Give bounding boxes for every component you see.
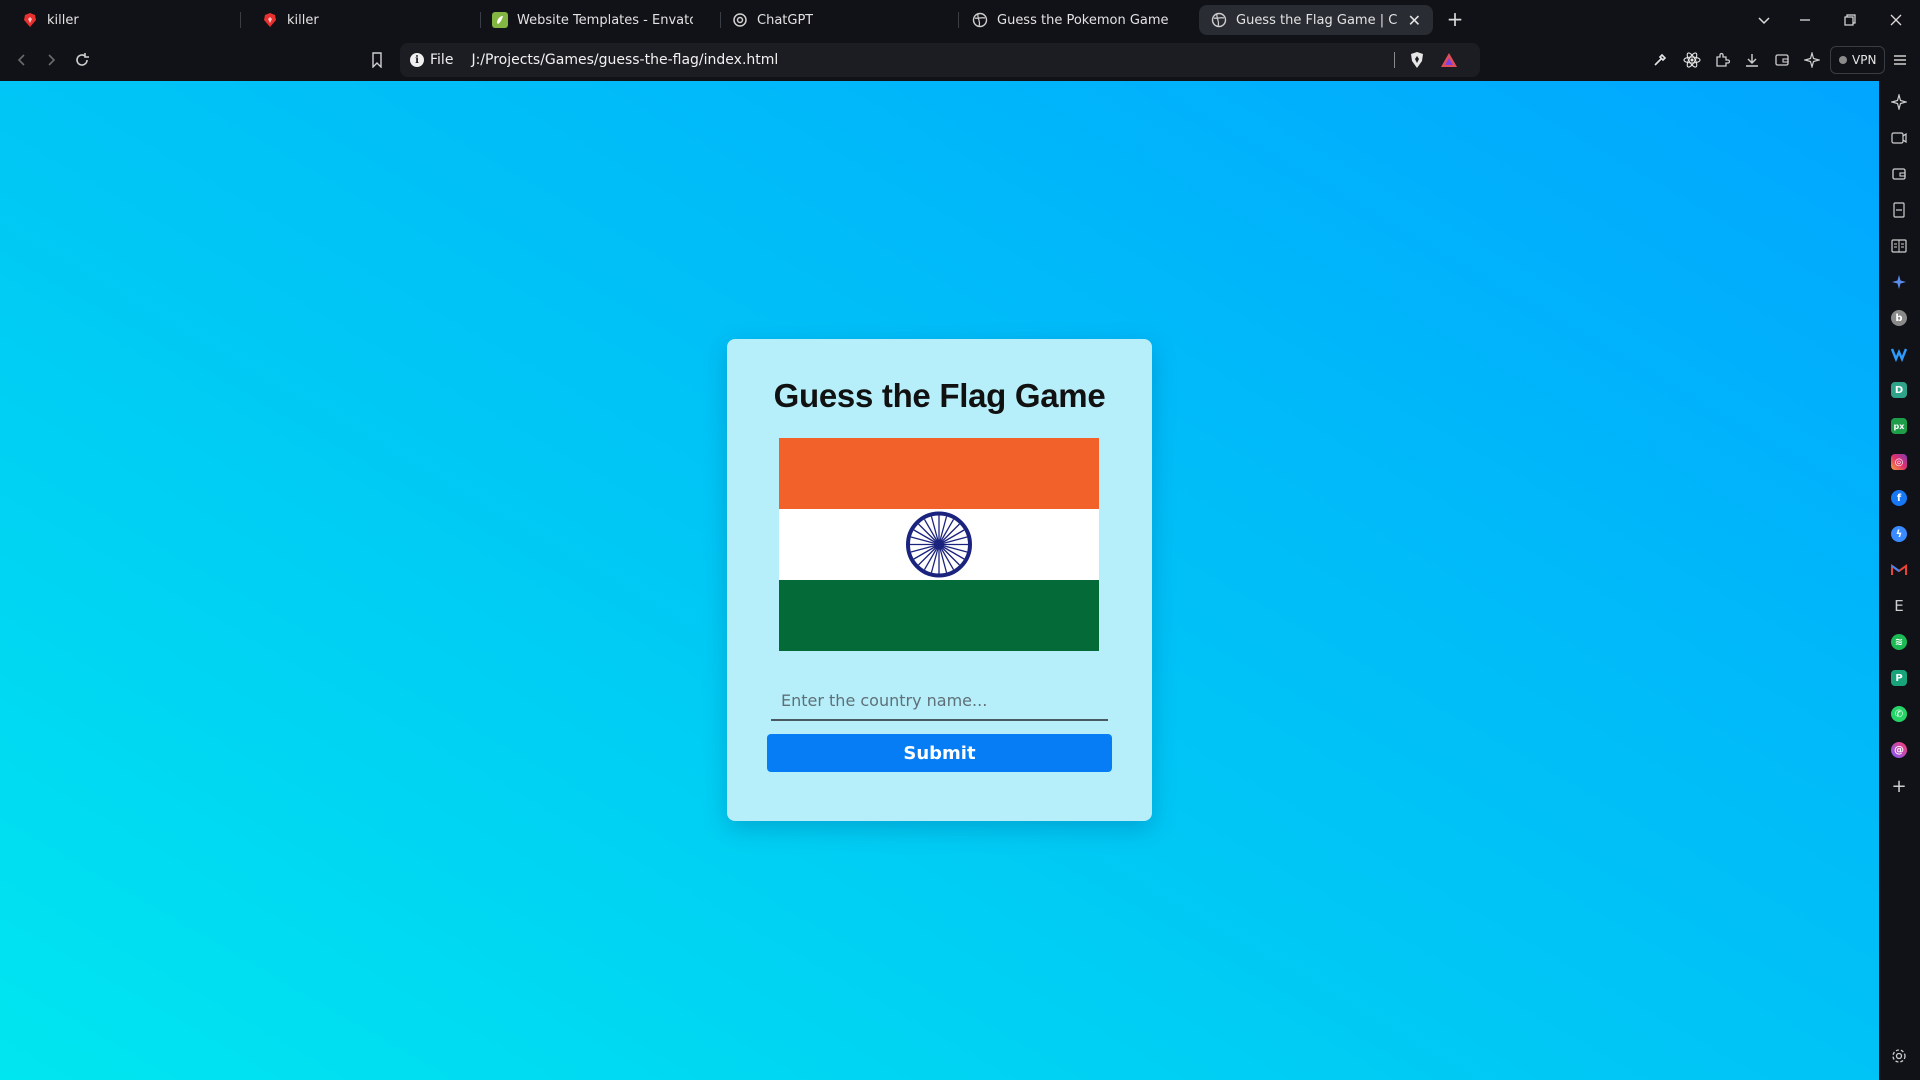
facebook-icon[interactable]: f [1889, 488, 1909, 508]
page-viewport: Guess the Flag Game Submit [0, 81, 1879, 1080]
restore-icon[interactable] [1838, 8, 1862, 32]
reload-icon[interactable] [70, 48, 94, 72]
minimize-icon[interactable] [1793, 8, 1817, 32]
messenger-icon[interactable]: ϟ [1889, 524, 1909, 544]
flag-image [779, 438, 1099, 651]
vpn-label: VPN [1852, 53, 1877, 67]
leo-ai-icon[interactable] [1800, 48, 1824, 72]
settings-icon[interactable] [1889, 1046, 1909, 1066]
game-card: Guess the Flag Game Submit [727, 339, 1152, 821]
wave-icon[interactable] [1889, 344, 1909, 364]
back-icon[interactable] [10, 48, 34, 72]
tab-title: Website Templates - Envato [517, 12, 693, 28]
submit-button[interactable]: Submit [767, 734, 1112, 772]
brave-lion-icon [262, 12, 278, 28]
p-app-icon[interactable]: P [1889, 668, 1909, 688]
tab-killer-1[interactable]: killer [10, 5, 235, 35]
forward-icon[interactable] [39, 48, 63, 72]
flag-stripe-saffron [779, 438, 1099, 509]
close-window-icon[interactable] [1884, 8, 1908, 32]
tab-list-chevron-icon[interactable] [1752, 8, 1776, 32]
media-icon[interactable] [1889, 128, 1909, 148]
wallet-icon[interactable] [1889, 164, 1909, 184]
brave-icon[interactable]: b [1889, 308, 1909, 328]
vpn-status-dot [1839, 56, 1847, 64]
envato-icon [492, 12, 508, 28]
tab-strip: killer killer Website Templates - Envato… [0, 0, 1920, 39]
browser-toolbar: i File J:/Projects/Games/guess-the-flag/… [0, 39, 1920, 81]
brave-lion-icon [22, 12, 38, 28]
whatsapp-icon[interactable]: ✆ [1889, 704, 1909, 724]
gmail-icon[interactable] [1889, 560, 1909, 580]
instagram-icon[interactable]: ◎ [1889, 452, 1909, 472]
leo-ai-icon[interactable] [1889, 92, 1909, 112]
tab-chatgpt[interactable]: ChatGPT [720, 5, 945, 35]
spotify-icon[interactable]: ≋ [1889, 632, 1909, 652]
brave-rewards-icon[interactable] [1437, 48, 1461, 72]
tab-title: killer [287, 12, 319, 28]
e-app-icon[interactable]: E [1889, 596, 1909, 616]
add-icon[interactable]: + [1889, 776, 1909, 797]
chatgpt-icon [732, 12, 748, 28]
info-icon: i [410, 53, 424, 67]
vpn-button[interactable]: VPN [1830, 46, 1886, 74]
d-app-icon[interactable]: D [1889, 380, 1909, 400]
site-info-button[interactable]: i File [410, 52, 453, 68]
close-tab-icon[interactable]: ✕ [1398, 11, 1421, 30]
url-text[interactable]: J:/Projects/Games/guess-the-flag/index.h… [471, 52, 778, 68]
eyedropper-icon[interactable] [1648, 48, 1672, 72]
tab-killer-2[interactable]: killer [250, 5, 475, 35]
globe-icon [1211, 12, 1227, 28]
tab-title: ChatGPT [757, 12, 814, 28]
menu-icon[interactable] [1888, 48, 1912, 72]
brave-shields-icon[interactable] [1405, 48, 1429, 72]
game-title: Guess the Flag Game [773, 377, 1106, 414]
tab-title: Guess the Flag Game | Coding [1236, 12, 1398, 28]
px-app-icon[interactable]: px [1889, 416, 1909, 436]
address-bar[interactable]: i File J:/Projects/Games/guess-the-flag/… [400, 43, 1480, 77]
bookmark-icon[interactable] [1889, 200, 1909, 220]
wallet-icon[interactable] [1770, 48, 1794, 72]
extensions-icon[interactable] [1710, 48, 1734, 72]
tab-title: killer [47, 12, 79, 28]
tab-envato[interactable]: Website Templates - Envato [480, 5, 705, 35]
new-tab-button[interactable]: + [1443, 8, 1467, 32]
tab-guess-pokemon[interactable]: Guess the Pokemon Game in Vanilla [960, 5, 1185, 35]
reading-list-icon[interactable] [1889, 236, 1909, 256]
globe-icon [972, 12, 988, 28]
flag-stripe-green [779, 580, 1099, 651]
tab-guess-flag-active[interactable]: Guess the Flag Game | Coding ✕ [1199, 5, 1433, 35]
url-separator [1394, 52, 1395, 68]
browser-sidebar: b D px ◎ f ϟ E ≋ P ✆ @ + [1879, 81, 1920, 1080]
tab-separator [958, 12, 959, 28]
tab-title: Guess the Pokemon Game in Vanilla [997, 12, 1173, 28]
react-devtools-icon[interactable] [1680, 48, 1704, 72]
downloads-icon[interactable] [1740, 48, 1764, 72]
threads-icon[interactable]: @ [1889, 740, 1909, 760]
country-name-input[interactable] [771, 681, 1108, 721]
sparkle-icon[interactable] [1889, 272, 1909, 292]
url-scheme-label: File [430, 52, 454, 68]
ashoka-chakra [906, 511, 972, 578]
tab-separator [240, 12, 241, 28]
bookmark-page-icon[interactable] [365, 48, 389, 72]
